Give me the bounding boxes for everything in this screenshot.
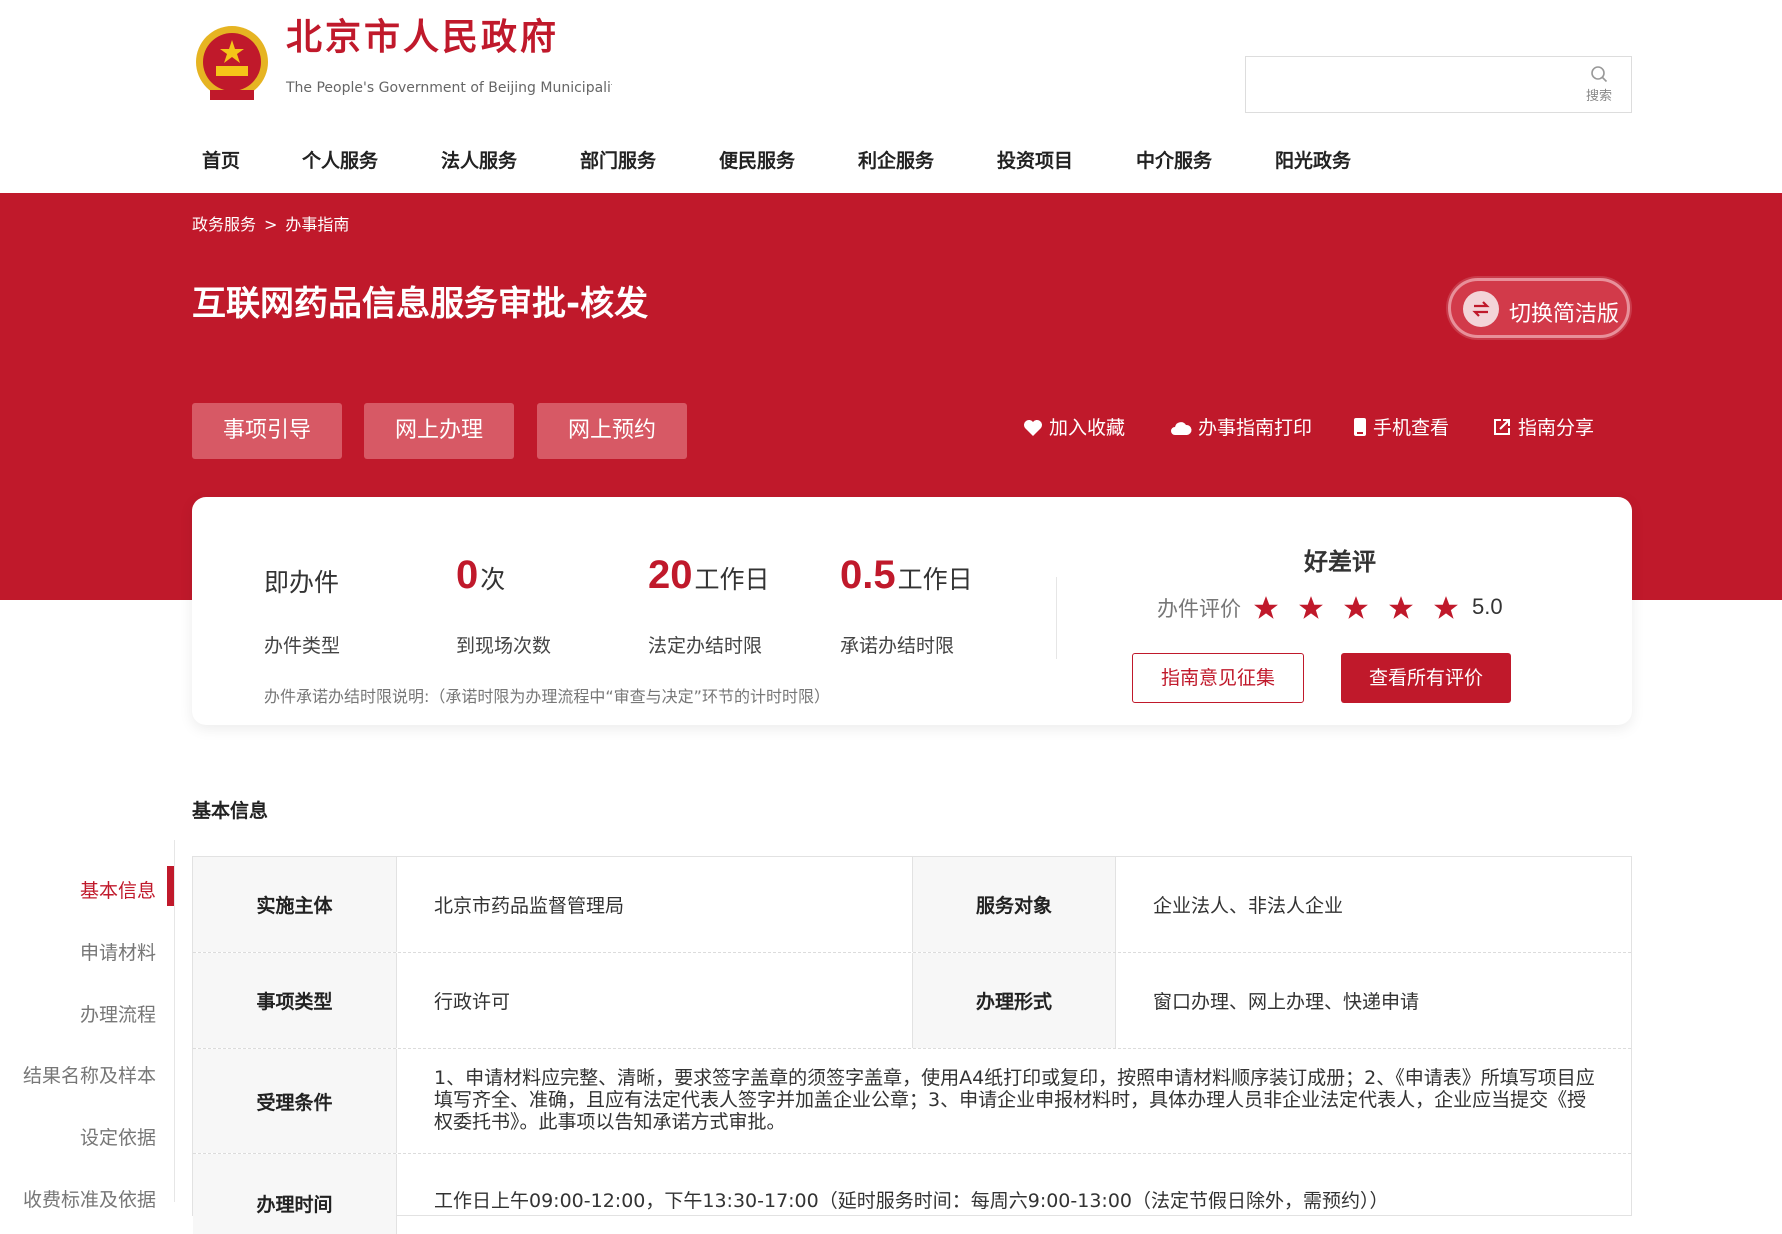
table-row: 事项类型 行政许可 办理形式 窗口办理、网上办理、快递申请	[193, 953, 1631, 1049]
page-title: 互联网药品信息服务审批-核发	[192, 284, 649, 324]
star-icon	[1344, 596, 1368, 619]
switch-icon	[1463, 291, 1499, 327]
summary-card: 即办件 办件类型 0次 到现场次数 20工作日 法定办结时限 0.5工作日 承诺…	[192, 497, 1632, 725]
tab-guidance[interactable]: 事项引导	[192, 403, 342, 459]
cloud-icon	[1171, 422, 1192, 435]
add-favorite-button[interactable]: 加入收藏	[1023, 413, 1125, 440]
table-header-cell: 办理时间	[193, 1154, 397, 1234]
guide-feedback-button[interactable]: 指南意见征集	[1132, 653, 1304, 703]
legal-time-limit: 20工作日	[648, 553, 770, 598]
table-value-cell: 窗口办理、网上办理、快递申请	[1153, 991, 1420, 1013]
visit-count-value: 0	[456, 553, 479, 597]
site-logo[interactable]: 北京市人民政府 The People's Government of Beiji…	[192, 16, 612, 106]
share-guide-label: 指南分享	[1518, 417, 1595, 439]
site-header: 北京市人民政府 The People's Government of Beiji…	[0, 0, 1782, 193]
breadcrumb-item-services[interactable]: 政务服务	[192, 215, 256, 234]
table-header-cell: 受理条件	[193, 1049, 397, 1153]
search-input[interactable]: 搜索	[1245, 56, 1632, 113]
star-icon	[1434, 596, 1458, 619]
sidebar-divider	[174, 840, 175, 1202]
search-button[interactable]: 搜索	[1579, 65, 1619, 107]
mobile-view-button[interactable]: 手机查看	[1353, 413, 1449, 440]
sidebar-item-fees[interactable]: 收费标准及依据	[23, 1185, 156, 1212]
nav-home[interactable]: 首页	[202, 146, 240, 173]
nav-personal-services[interactable]: 个人服务	[302, 146, 378, 173]
table-value-cell: 1、申请材料应完整、清晰，要求签字盖章的须签字盖章，使用A4纸打印或复印，按照申…	[434, 1067, 1595, 1133]
table-value-cell: 行政许可	[434, 991, 511, 1013]
table-header-cell: 实施主体	[193, 857, 397, 952]
view-all-reviews-button[interactable]: 查看所有评价	[1341, 653, 1511, 703]
promised-time-limit-label: 承诺办结时限	[840, 635, 955, 657]
star-icon	[1299, 596, 1323, 619]
promised-time-limit: 0.5工作日	[840, 553, 973, 598]
nav-legal-person-services[interactable]: 法人服务	[441, 146, 517, 173]
case-type-label: 办件类型	[264, 635, 341, 657]
add-favorite-label: 加入收藏	[1049, 417, 1126, 439]
nav-open-government[interactable]: 阳光政务	[1275, 146, 1351, 173]
share-guide-button[interactable]: 指南分享	[1492, 413, 1594, 440]
sidebar-item-process[interactable]: 办理流程	[80, 1000, 156, 1027]
nav-department-services[interactable]: 部门服务	[580, 146, 656, 173]
legal-time-limit-label: 法定办结时限	[648, 635, 763, 657]
table-value-cell: 企业法人、非法人企业	[1153, 895, 1344, 917]
tab-online-processing[interactable]: 网上办理	[364, 403, 514, 459]
legal-time-limit-unit: 工作日	[694, 565, 770, 594]
nav-intermediary-services[interactable]: 中介服务	[1136, 146, 1212, 173]
section-title-basic-info: 基本信息	[192, 800, 269, 822]
time-limit-note: 办件承诺办结时限说明:（承诺时限为办理流程中“审查与决定”环节的计时时限）	[264, 687, 830, 706]
star-icon	[1389, 596, 1413, 619]
rating-label: 办件评价	[1157, 597, 1241, 621]
nav-investment-projects[interactable]: 投资项目	[997, 146, 1073, 173]
sidebar-item-materials[interactable]: 申请材料	[80, 938, 156, 965]
rating-score: 5.0	[1472, 594, 1503, 619]
table-row: 实施主体 北京市药品监督管理局 服务对象 企业法人、非法人企业	[193, 857, 1631, 953]
table-header-cell: 事项类型	[193, 953, 397, 1048]
card-divider	[1056, 577, 1057, 659]
table-value-cell: 北京市药品监督管理局	[434, 895, 625, 917]
promised-time-limit-value: 0.5	[840, 553, 896, 597]
share-icon	[1494, 419, 1510, 435]
promised-time-limit-unit: 工作日	[897, 565, 973, 594]
breadcrumb: 政务服务 > 办事指南	[192, 211, 349, 235]
breadcrumb-item-guide[interactable]: 办事指南	[285, 215, 349, 234]
nav-convenience-services[interactable]: 便民服务	[719, 146, 795, 173]
mobile-view-label: 手机查看	[1373, 417, 1450, 439]
heart-icon	[1024, 420, 1042, 436]
logo-chinese-text: 北京市人民政府	[286, 16, 560, 58]
switch-simple-version-button[interactable]: 切换简洁版	[1448, 278, 1630, 338]
search-button-label: 搜索	[1585, 89, 1612, 104]
visit-count-unit: 次	[480, 565, 506, 594]
print-guide-button[interactable]: 办事指南打印	[1170, 413, 1312, 440]
table-row: 受理条件 1、申请材料应完整、清晰，要求签字盖章的须签字盖章，使用A4纸打印或复…	[193, 1049, 1631, 1154]
case-type-value: 即办件	[264, 568, 340, 597]
sidebar-active-marker	[167, 866, 174, 906]
switch-simple-version-label: 切换简洁版	[1509, 302, 1620, 327]
national-emblem-icon	[196, 26, 268, 100]
visit-count-label: 到现场次数	[456, 635, 552, 657]
tab-online-appointment[interactable]: 网上预约	[537, 403, 687, 459]
table-header-cell: 办理形式	[912, 953, 1116, 1048]
rating-title: 好差评	[1304, 548, 1376, 576]
sidebar-item-basic-info[interactable]: 基本信息	[80, 876, 156, 903]
table-header-cell: 服务对象	[912, 857, 1116, 952]
breadcrumb-separator: >	[264, 215, 278, 234]
sidebar-item-result-sample[interactable]: 结果名称及样本	[23, 1061, 156, 1088]
search-icon	[1591, 66, 1608, 83]
sidebar-item-legal-basis[interactable]: 设定依据	[80, 1123, 156, 1150]
table-value-cell: 工作日上午09:00-12:00，下午13:30-17:00（延时服务时间：每周…	[434, 1190, 1389, 1212]
table-row: 办理时间 工作日上午09:00-12:00，下午13:30-17:00（延时服务…	[193, 1154, 1631, 1234]
star-icon	[1254, 596, 1278, 619]
phone-icon	[1354, 418, 1366, 436]
logo-english-text: The People's Government of Beijing Munic…	[286, 80, 612, 96]
basic-info-table: 实施主体 北京市药品监督管理局 服务对象 企业法人、非法人企业 事项类型 行政许…	[192, 856, 1632, 1234]
print-guide-label: 办事指南打印	[1198, 417, 1313, 439]
legal-time-limit-value: 20	[648, 553, 693, 597]
visit-count: 0次	[456, 553, 505, 598]
nav-enterprise-services[interactable]: 利企服务	[858, 146, 934, 173]
